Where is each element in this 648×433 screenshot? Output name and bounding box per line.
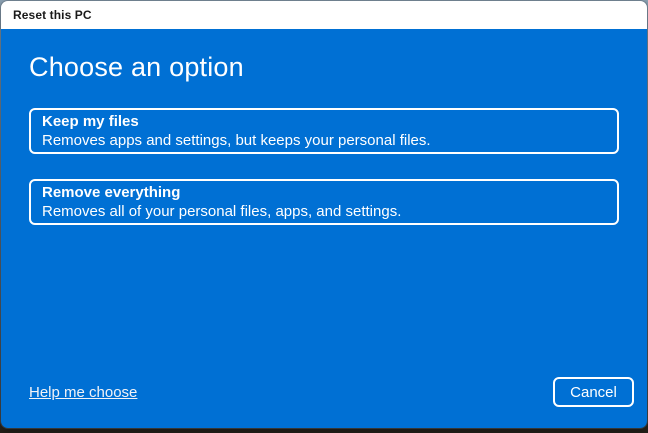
dialog-body: Choose an option Keep my files Removes a… bbox=[1, 29, 647, 428]
options-list: Keep my files Removes apps and settings,… bbox=[29, 108, 619, 250]
page-title: Choose an option bbox=[29, 52, 244, 82]
desktop-background: Reset this PC Choose an option Keep my f… bbox=[0, 0, 648, 433]
keep-my-files-description: Removes apps and settings, but keeps you… bbox=[42, 132, 431, 149]
remove-everything-description: Removes all of your personal files, apps… bbox=[42, 203, 402, 220]
help-me-choose-link[interactable]: Help me choose bbox=[29, 384, 137, 402]
window-title: Reset this PC bbox=[13, 8, 92, 22]
cancel-button[interactable]: Cancel bbox=[553, 377, 634, 407]
window-titlebar[interactable]: Reset this PC bbox=[1, 1, 647, 29]
keep-my-files-option[interactable]: Keep my files Removes apps and settings,… bbox=[29, 108, 619, 154]
keep-my-files-title: Keep my files bbox=[42, 113, 139, 130]
reset-this-pc-window: Reset this PC Choose an option Keep my f… bbox=[0, 0, 648, 429]
remove-everything-option[interactable]: Remove everything Removes all of your pe… bbox=[29, 179, 619, 225]
remove-everything-title: Remove everything bbox=[42, 184, 181, 201]
